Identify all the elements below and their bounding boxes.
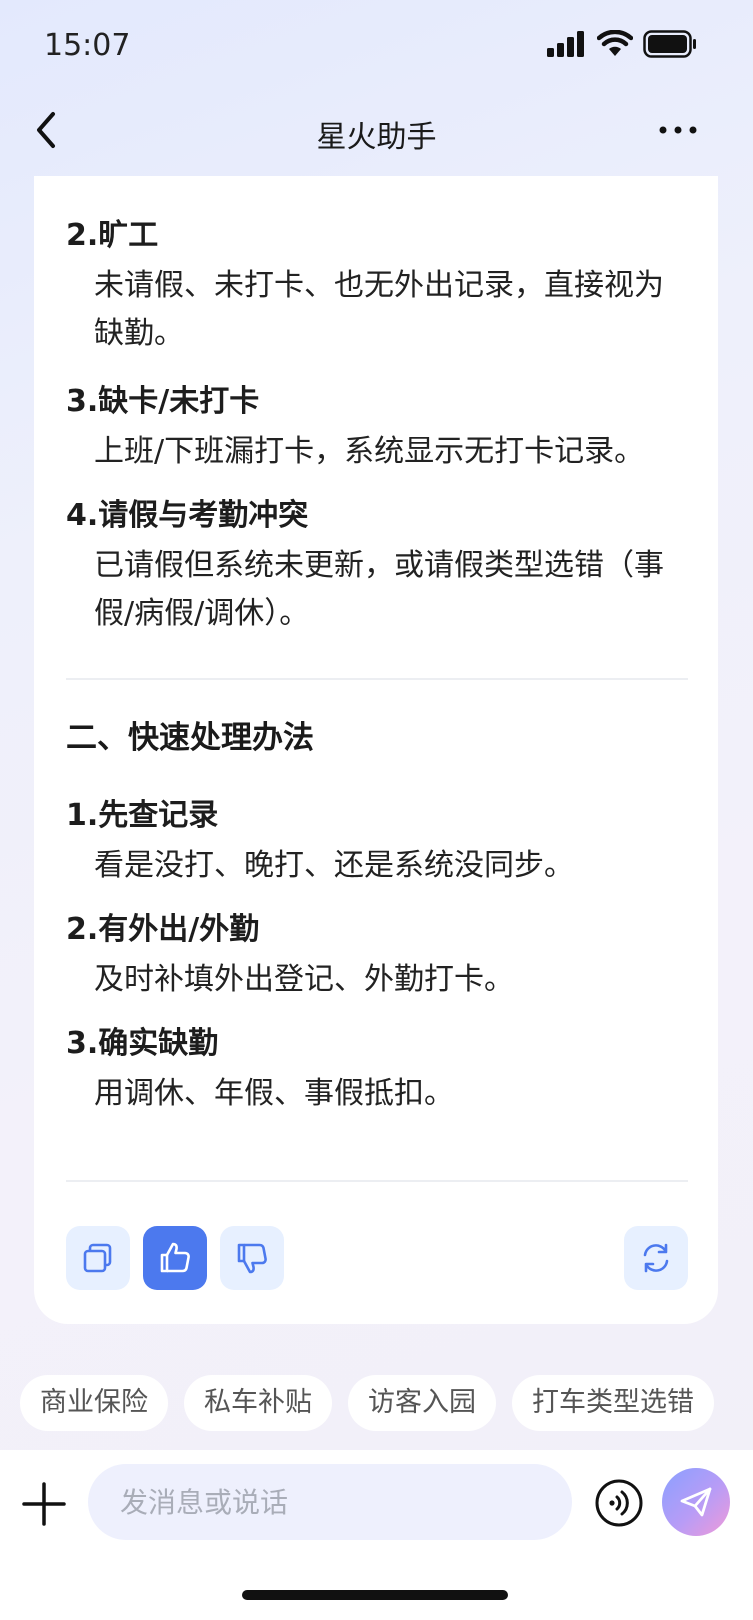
voice-input-button[interactable] (594, 1478, 644, 1528)
regenerate-button[interactable] (624, 1226, 688, 1290)
copy-icon (83, 1243, 112, 1273)
send-button[interactable] (662, 1468, 730, 1536)
item-desc: 已请假但系统未更新，或请假类型选错（事假/病假/调休）。 (94, 548, 664, 631)
message-input[interactable] (88, 1464, 572, 1540)
list-item: 3.缺卡/未打卡 上班/下班漏打卡，系统显示无打卡记录。 (66, 380, 688, 476)
status-time: 15:07 (44, 28, 131, 63)
answer-card: 2.旷工 未请假、未打卡、也无外出记录，直接视为缺勤。 3.缺卡/未打卡 上班/… (34, 176, 718, 1324)
item-title: 3.确实缺勤 (66, 1026, 219, 1061)
status-icons (547, 30, 697, 58)
item-desc: 看是没打、晚打、还是系统没同步。 (94, 848, 574, 883)
section-divider (66, 678, 688, 680)
back-button[interactable] (26, 108, 66, 152)
refresh-icon (643, 1243, 669, 1273)
list-item: 4.请假与考勤冲突 已请假但系统未更新，或请假类型选错（事假/病假/调休）。 (66, 494, 688, 638)
home-indicator (242, 1590, 508, 1600)
answer-actions (66, 1226, 688, 1292)
cellular-signal-icon (547, 31, 584, 57)
item-title: 3.缺卡/未打卡 (66, 384, 260, 419)
item-title: 2.旷工 (66, 218, 159, 253)
item-title: 1.先查记录 (66, 798, 219, 833)
item-desc: 未请假、未打卡、也无外出记录，直接视为缺勤。 (94, 268, 664, 351)
copy-button[interactable] (66, 1226, 130, 1290)
list-item: 1.先查记录 看是没打、晚打、还是系统没同步。 (66, 794, 688, 890)
list-item: 2.有外出/外勤 及时补填外出登记、外勤打卡。 (66, 908, 688, 1004)
chevron-left-icon (37, 112, 55, 148)
more-button[interactable] (653, 108, 703, 152)
voice-icon (595, 1479, 643, 1527)
answer-content: 2.旷工 未请假、未打卡、也无外出记录，直接视为缺勤。 3.缺卡/未打卡 上班/… (66, 214, 688, 1118)
composer-bar (0, 1450, 753, 1620)
suggestion-chips: 商业保险 私车补贴 访客入园 打车类型选错 (20, 1375, 753, 1433)
suggestion-chip[interactable]: 商业保险 (20, 1375, 168, 1431)
item-title: 2.有外出/外勤 (66, 912, 260, 947)
item-desc: 用调休、年假、事假抵扣。 (94, 1076, 454, 1111)
battery-icon (643, 30, 696, 58)
like-button[interactable] (143, 1226, 207, 1290)
item-desc: 上班/下班漏打卡，系统显示无打卡记录。 (94, 434, 645, 469)
more-dots-icon (659, 126, 697, 134)
actions-divider (66, 1180, 688, 1182)
page-title: 星火助手 (316, 120, 437, 155)
item-title: 4.请假与考勤冲突 (66, 498, 309, 533)
wifi-icon (597, 30, 633, 56)
suggestion-chip[interactable]: 打车类型选错 (512, 1375, 714, 1431)
send-icon (680, 1487, 712, 1517)
thumbs-up-icon (160, 1242, 190, 1273)
dislike-button[interactable] (220, 1226, 284, 1290)
nav-bar: 星火助手 (0, 98, 753, 168)
plus-icon (22, 1482, 66, 1526)
suggestion-chip[interactable]: 访客入园 (348, 1375, 496, 1431)
item-desc: 及时补填外出登记、外勤打卡。 (94, 962, 514, 997)
suggestion-chip[interactable]: 私车补贴 (184, 1375, 332, 1431)
add-attachment-button[interactable] (20, 1480, 68, 1528)
list-item: 2.旷工 未请假、未打卡、也无外出记录，直接视为缺勤。 (66, 214, 688, 358)
section-title: 二、快速处理办法 (66, 720, 314, 756)
status-bar: 15:07 (0, 0, 753, 90)
thumbs-down-icon (237, 1243, 267, 1274)
list-item: 3.确实缺勤 用调休、年假、事假抵扣。 (66, 1022, 688, 1118)
